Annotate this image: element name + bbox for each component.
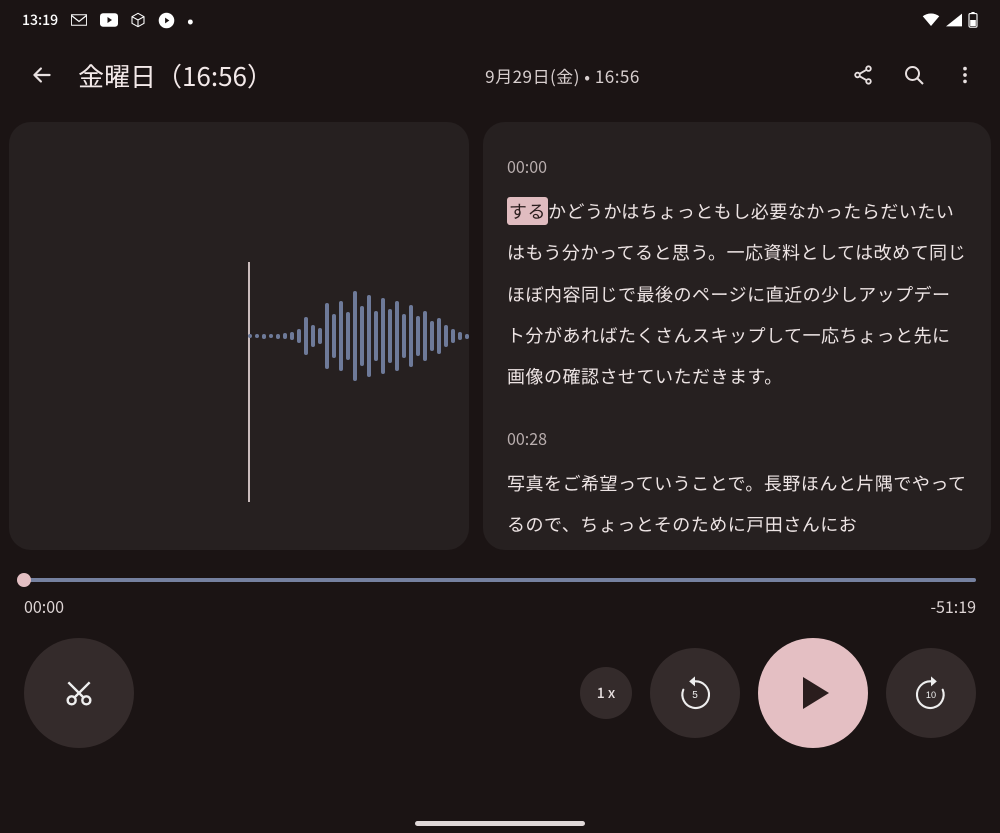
waveform-bar — [416, 316, 420, 356]
waveform-panel[interactable] — [9, 122, 469, 550]
waveform-bar — [248, 334, 252, 338]
elapsed-time: 00:00 — [24, 594, 64, 618]
more-button[interactable] — [954, 64, 976, 86]
transcript-block[interactable]: するかどうかはちょっともし必要なかったらだいたいはもう分かってると思う。一応資料… — [507, 191, 967, 398]
waveform-bar — [283, 333, 287, 339]
waveform — [248, 291, 469, 381]
waveform-bar — [304, 317, 308, 355]
waveform-bar — [318, 328, 322, 344]
transcript-panel[interactable]: 00:00 するかどうかはちょっともし必要なかったらだいたいはもう分かってると思… — [483, 122, 991, 550]
youtube-icon — [100, 13, 118, 27]
remaining-time: -51:19 — [930, 594, 976, 618]
play-button[interactable] — [758, 638, 868, 748]
waveform-bar — [423, 311, 427, 361]
waveform-bar — [367, 295, 371, 377]
play-icon — [803, 677, 829, 709]
speed-label: 1 x — [597, 683, 616, 703]
share-button[interactable] — [852, 64, 874, 86]
waveform-bar — [444, 325, 448, 347]
waveform-bar — [465, 334, 469, 339]
seek-thumb[interactable] — [17, 573, 31, 587]
app-bar-actions — [852, 63, 976, 87]
waveform-bar — [381, 298, 385, 374]
waveform-bar — [388, 309, 392, 363]
gesture-bar[interactable] — [415, 821, 585, 826]
waveform-bar — [290, 332, 294, 340]
back-button[interactable] — [18, 62, 66, 88]
transcript-timestamp: 00:28 — [507, 420, 967, 457]
waveform-bar — [458, 332, 462, 340]
playback-controls: 1 x 5 10 — [0, 618, 1000, 748]
rewind-5-button[interactable]: 5 — [650, 648, 740, 738]
transcript-highlight: する — [507, 197, 548, 225]
waveform-bar — [262, 334, 266, 339]
transcript-text: かどうかはちょっともし必要なかったらだいたいはもう分かってると思う。一応資料とし… — [507, 198, 966, 390]
content-panels: 00:00 するかどうかはちょっともし必要なかったらだいたいはもう分かってると思… — [0, 110, 1000, 550]
play-circle-icon — [158, 12, 175, 29]
waveform-bar — [353, 291, 357, 381]
transcript-block[interactable]: 写真をご希望っていうことで。長野ほんと片隅でやってるので、ちょっとそのために戸田… — [507, 463, 967, 546]
waveform-bar — [297, 329, 301, 343]
waveform-bar — [255, 334, 259, 338]
transcript-text: 写真をご希望っていうことで。長野ほんと片隅でやってるので、ちょっとそのために戸田… — [507, 470, 966, 537]
app-bar: 金曜日（16:56） 9月29日(金) • 16:56 — [0, 40, 1000, 110]
status-left: 13:19 • — [22, 10, 194, 30]
waveform-bar — [311, 325, 315, 347]
waveform-bar — [451, 329, 455, 343]
waveform-bar — [332, 314, 336, 358]
waveform-bar — [395, 301, 399, 371]
waveform-bar — [360, 306, 364, 366]
waveform-bar — [325, 303, 329, 369]
search-button[interactable] — [902, 63, 926, 87]
rewind-seconds-label: 5 — [692, 690, 698, 701]
battery-icon — [968, 12, 978, 28]
gmail-icon — [70, 13, 88, 27]
wifi-icon — [922, 13, 940, 27]
waveform-bar — [269, 334, 273, 338]
forward-10-button[interactable]: 10 — [886, 648, 976, 738]
playback-speed-button[interactable]: 1 x — [580, 667, 632, 719]
dot-icon: • — [187, 11, 193, 29]
trim-button[interactable] — [24, 638, 134, 748]
waveform-bar — [346, 312, 350, 360]
status-time: 13:19 — [22, 10, 58, 30]
waveform-bar — [409, 305, 413, 367]
recording-title: 金曜日（16:56） — [78, 57, 273, 94]
playback-area: 00:00 -51:19 — [0, 550, 1000, 618]
seek-bar[interactable] — [24, 578, 976, 582]
waveform-bar — [402, 314, 406, 358]
waveform-bar — [374, 311, 378, 361]
signal-icon — [946, 13, 962, 27]
waveform-bar — [430, 321, 434, 351]
waveform-bar — [339, 301, 343, 371]
status-right — [922, 12, 978, 28]
recording-subtitle: 9月29日(金) • 16:56 — [273, 63, 852, 88]
package-icon — [130, 12, 146, 28]
waveform-bar — [437, 318, 441, 354]
transcript-timestamp: 00:00 — [507, 148, 967, 185]
forward-seconds-label: 10 — [926, 690, 936, 700]
waveform-bar — [276, 334, 280, 339]
status-bar: 13:19 • — [0, 0, 1000, 40]
